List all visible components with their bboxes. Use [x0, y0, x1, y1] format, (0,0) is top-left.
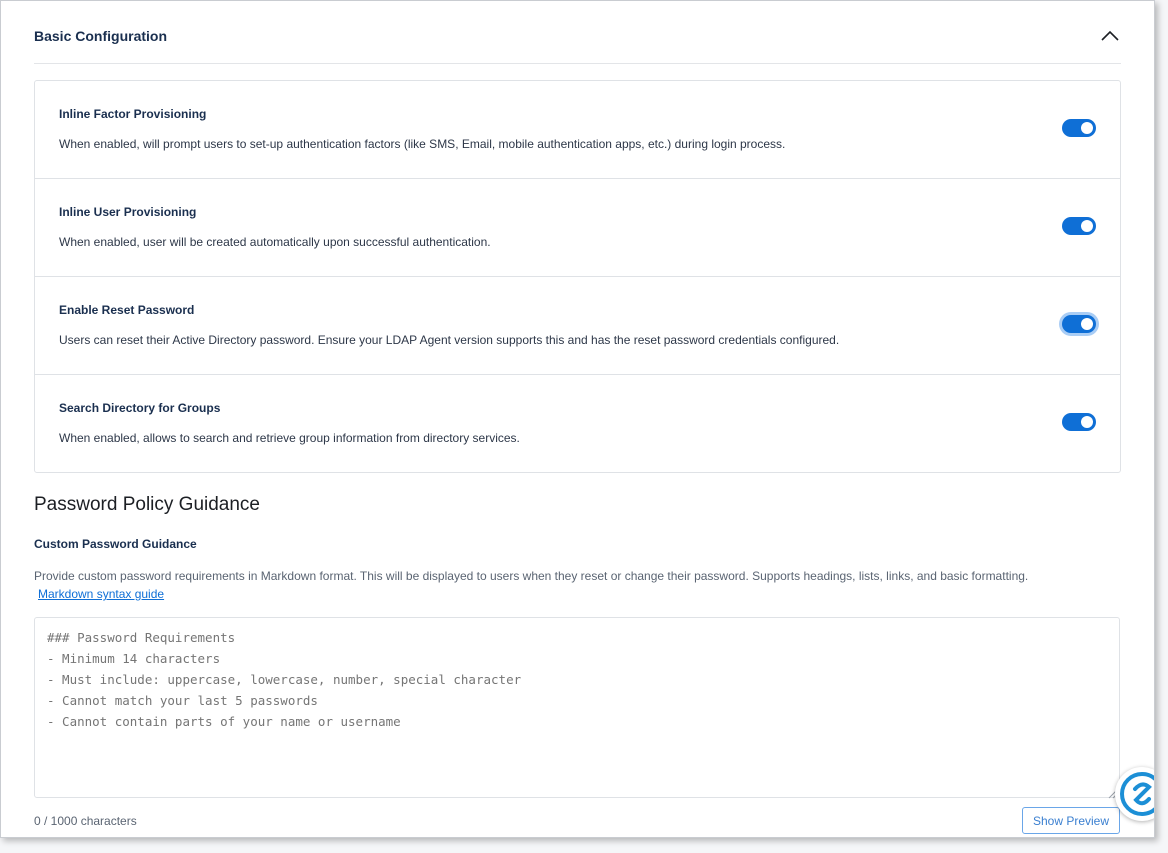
setting-title: Inline User Provisioning — [59, 205, 197, 219]
setting-search-directory-for-groups: Search Directory for Groups When enabled… — [35, 375, 1120, 472]
show-preview-button[interactable]: Show Preview — [1022, 807, 1120, 834]
toggle-knob — [1081, 416, 1093, 428]
toggle-knob — [1081, 220, 1093, 232]
setting-inline-user-provisioning: Inline User Provisioning When enabled, u… — [35, 179, 1120, 277]
setting-enable-reset-password: Enable Reset Password Users can reset th… — [35, 277, 1120, 375]
setting-title: Inline Factor Provisioning — [59, 107, 207, 121]
section-title: Basic Configuration — [34, 28, 168, 44]
basic-configuration-header[interactable]: Basic Configuration — [34, 1, 1121, 64]
custom-password-guidance-label: Custom Password Guidance — [34, 537, 197, 551]
settings-card: Inline Factor Provisioning When enabled,… — [34, 80, 1121, 473]
chevron-up-icon[interactable] — [1099, 25, 1121, 47]
custom-password-guidance-textarea[interactable] — [34, 617, 1120, 798]
brand-logo-icon[interactable] — [1115, 767, 1154, 821]
setting-title: Enable Reset Password — [59, 303, 195, 317]
toggle-knob — [1081, 318, 1093, 330]
markdown-syntax-guide-link[interactable]: Markdown syntax guide — [38, 587, 164, 601]
setting-description: When enabled, user will be created autom… — [59, 235, 491, 249]
setting-title: Search Directory for Groups — [59, 401, 221, 415]
setting-description: Users can reset their Active Directory p… — [59, 333, 840, 347]
toggle-knob — [1081, 122, 1093, 134]
inline-factor-provisioning-toggle[interactable] — [1062, 119, 1096, 137]
character-count: 0 / 1000 characters — [34, 814, 137, 828]
setting-description: When enabled, allows to search and retri… — [59, 431, 520, 445]
password-policy-heading: Password Policy Guidance — [34, 494, 260, 515]
help-text: Provide custom password requirements in … — [34, 569, 1029, 583]
inline-user-provisioning-toggle[interactable] — [1062, 217, 1096, 235]
search-directory-for-groups-toggle[interactable] — [1062, 413, 1096, 431]
settings-panel: Basic Configuration Inline Factor Provis… — [0, 0, 1155, 838]
setting-description: When enabled, will prompt users to set-u… — [59, 137, 786, 151]
field-help-text: Provide custom password requirements in … — [34, 567, 1124, 603]
enable-reset-password-toggle[interactable] — [1062, 315, 1096, 333]
setting-inline-factor-provisioning: Inline Factor Provisioning When enabled,… — [35, 81, 1120, 179]
